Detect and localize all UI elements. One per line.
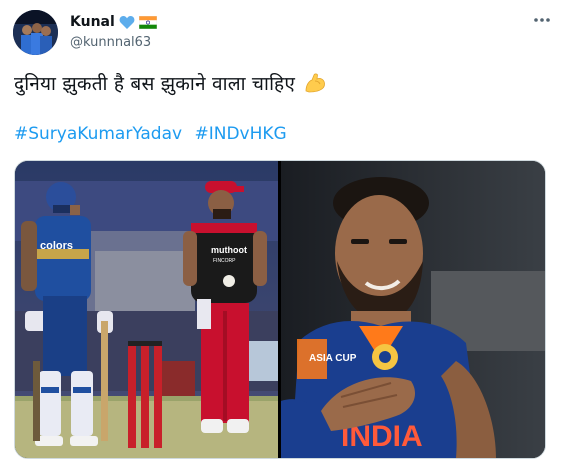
tweet-card: Kunal @kunnnal63 दुनिया झुकती है बस झुका…	[0, 0, 582, 467]
avatar[interactable]	[13, 10, 58, 55]
avatar-image	[13, 10, 58, 55]
cricket-photo-right: ASIA CUP INDIA	[281, 161, 545, 458]
ellipsis-icon	[534, 18, 550, 22]
jersey-text: FINCORP	[213, 258, 236, 264]
hashtag-link[interactable]: #SuryaKumarYadav	[14, 124, 182, 144]
display-name[interactable]: Kunal	[70, 14, 115, 30]
stumps-icon	[128, 341, 162, 448]
hashtags: #SuryaKumarYadav #INDvHKG	[14, 124, 294, 144]
more-options-button[interactable]	[530, 10, 554, 30]
flexed-biceps-icon	[303, 71, 327, 95]
media-image-right[interactable]: ASIA CUP INDIA	[281, 161, 545, 458]
jersey-text: colors	[40, 240, 73, 252]
hashtag-link[interactable]: #INDvHKG	[194, 124, 286, 144]
tweet-text-content: दुनिया झुकती है बस झुकाने वाला चाहिए	[14, 73, 296, 95]
tweet-header: Kunal @kunnnal63	[70, 13, 157, 50]
jersey-text: muthoot	[211, 245, 247, 255]
media-image-left[interactable]: colors muthoot FINCORP	[15, 161, 278, 458]
blue-heart-icon	[119, 15, 135, 30]
tweet-media[interactable]: colors muthoot FINCORP ASIA CUP INDIA	[14, 160, 546, 459]
india-flag-icon	[138, 15, 157, 29]
cricket-photo-left: colors muthoot FINCORP	[15, 161, 278, 458]
jersey-text: ASIA CUP	[309, 353, 357, 364]
user-handle[interactable]: @kunnnal63	[70, 35, 157, 50]
tweet-text: दुनिया झुकती है बस झुकाने वाला चाहिए	[14, 70, 327, 96]
name-line: Kunal	[70, 13, 157, 31]
